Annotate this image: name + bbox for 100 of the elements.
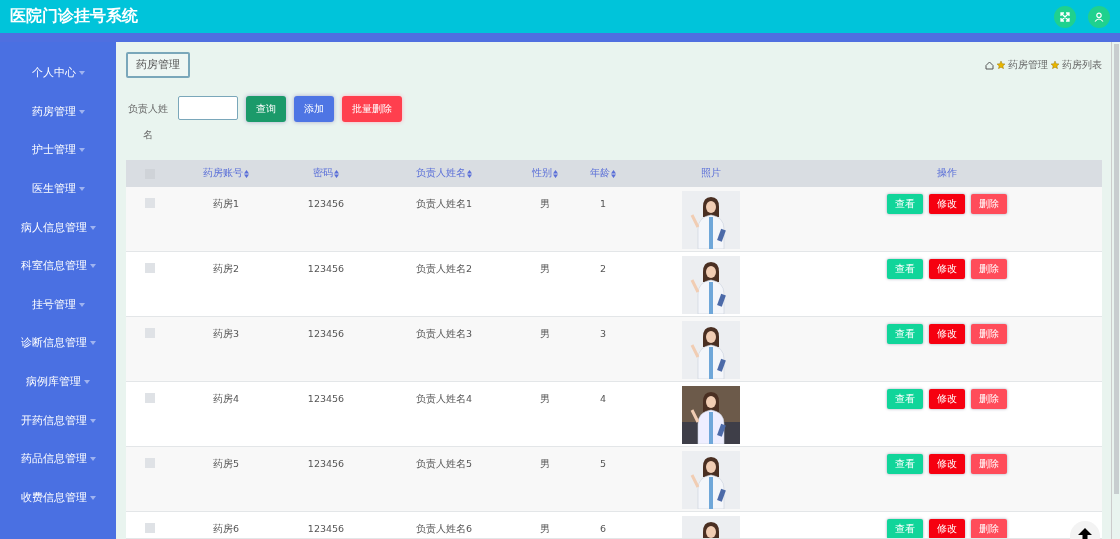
table-cell-text: 药房3 <box>211 327 240 341</box>
home-icon[interactable] <box>985 60 994 70</box>
add-button[interactable]: 添加 <box>294 96 334 122</box>
edit-button[interactable]: 修改 <box>929 389 965 409</box>
name-search-field[interactable] <box>178 96 238 120</box>
search-button[interactable]: 查询 <box>246 96 286 122</box>
caret-icon <box>84 380 90 385</box>
caret-icon <box>89 495 96 500</box>
app-title: 医院门诊挂号系统 <box>10 6 139 27</box>
table-cell-text: 123456 <box>306 392 346 404</box>
row-checkbox[interactable] <box>145 393 155 403</box>
sidebar-item[interactable]: 收费信息管理 <box>20 478 96 518</box>
caret-icon <box>89 225 96 230</box>
table-cell-text: 男 <box>539 522 551 536</box>
sidebar-item[interactable]: 病人信息管理 <box>20 208 96 247</box>
column-header[interactable]: 负责人姓名 <box>374 167 514 180</box>
caret-icon <box>89 264 96 269</box>
sidebar-item[interactable]: 挂号管理 <box>31 285 85 325</box>
edit-button[interactable]: 修改 <box>929 324 965 344</box>
table-cell-text: 药房5 <box>211 457 240 471</box>
breadcrumb-item[interactable]: 药房列表 <box>1062 58 1102 72</box>
table-cell-text: 123456 <box>306 457 346 469</box>
edit-button[interactable]: 修改 <box>929 194 965 214</box>
row-checkbox[interactable] <box>145 328 155 338</box>
delete-button[interactable]: 删除 <box>971 519 1007 538</box>
edit-button[interactable]: 修改 <box>929 259 965 279</box>
table-cell-text: 男 <box>539 392 551 406</box>
caret-icon <box>78 148 85 153</box>
table-cell-text: 药房4 <box>211 392 240 406</box>
caret-icon <box>78 71 85 76</box>
sort-icon[interactable] <box>553 169 558 178</box>
sort-icon[interactable] <box>467 169 472 178</box>
page-tab[interactable]: 药房管理 <box>126 52 190 78</box>
sidebar-item[interactable]: 科室信息管理 <box>20 246 96 286</box>
table-cell-text: 男 <box>539 327 551 341</box>
delete-button[interactable]: 删除 <box>971 389 1007 409</box>
table-cell-text: 负责人姓名3 <box>414 327 473 341</box>
column-header[interactable]: 密码 <box>278 167 374 180</box>
column-header: 照片 <box>700 167 722 180</box>
breadcrumb-item[interactable]: 药房管理 <box>1008 58 1048 72</box>
field-label: 负责人姓名 <box>127 102 169 142</box>
caret-icon <box>78 109 85 114</box>
sidebar-item[interactable]: 病例库管理 <box>26 362 90 402</box>
table-cell-text: 负责人姓名1 <box>414 197 473 211</box>
table-cell-text: 药房2 <box>211 262 240 276</box>
table-cell-text: 4 <box>598 392 607 404</box>
table-cell-text: 123456 <box>306 262 346 274</box>
table-cell-text: 6 <box>598 522 607 534</box>
sidebar-item[interactable]: 个人中心 <box>31 54 85 93</box>
sort-icon[interactable] <box>611 169 616 178</box>
sidebar-item[interactable]: 药品信息管理 <box>20 439 96 479</box>
user-icon[interactable] <box>1088 5 1110 28</box>
edit-button[interactable]: 修改 <box>929 454 965 474</box>
sort-icon[interactable] <box>244 169 249 178</box>
arrow-up-icon <box>1077 527 1093 539</box>
caret-icon <box>78 302 85 307</box>
table-cell-text: 负责人姓名5 <box>414 457 473 471</box>
sidebar-item[interactable]: 药房管理 <box>31 92 85 132</box>
row-checkbox[interactable] <box>145 458 155 468</box>
row-checkbox[interactable] <box>145 198 155 208</box>
delete-button[interactable]: 删除 <box>971 454 1007 474</box>
caret-icon <box>89 418 96 423</box>
table-cell-text: 男 <box>539 457 551 471</box>
table-cell-text: 123456 <box>306 522 346 534</box>
sort-icon[interactable] <box>334 169 339 178</box>
table-cell-text: 1 <box>598 197 607 209</box>
row-checkbox[interactable] <box>145 263 155 273</box>
caret-icon <box>89 341 96 346</box>
column-header: 操作 <box>936 167 958 180</box>
delete-button[interactable]: 删除 <box>971 324 1007 344</box>
table-cell-text: 男 <box>539 262 551 276</box>
table-cell-text: 男 <box>539 197 551 211</box>
table-cell-text: 123456 <box>306 327 346 339</box>
table-cell-text: 3 <box>598 327 607 339</box>
scrollbar[interactable] <box>1113 44 1119 494</box>
delete-button[interactable]: 删除 <box>971 194 1007 214</box>
sidebar-item[interactable]: 医生管理 <box>31 169 85 209</box>
star-icon <box>1051 61 1059 69</box>
table-cell-text: 药房6 <box>211 522 240 536</box>
column-header[interactable]: 性别 <box>514 167 576 180</box>
table-cell-text: 负责人姓名4 <box>414 392 473 406</box>
table-cell-text: 123456 <box>306 197 346 209</box>
caret-icon <box>89 457 96 462</box>
sidebar-item[interactable]: 护士管理 <box>31 131 85 170</box>
table-cell-text: 负责人姓名2 <box>414 262 473 276</box>
sidebar-item[interactable]: 诊断信息管理 <box>20 324 96 363</box>
caret-icon <box>78 187 85 192</box>
table-cell-text: 负责人姓名6 <box>414 522 473 536</box>
star-icon <box>997 61 1005 69</box>
delete-button[interactable]: 批量删除 <box>342 96 402 122</box>
column-header[interactable]: 药房账号 <box>174 167 278 180</box>
table-cell-text: 5 <box>598 457 607 469</box>
edit-button[interactable]: 修改 <box>929 519 965 538</box>
sidebar-item[interactable]: 开药信息管理 <box>20 401 96 440</box>
delete-button[interactable]: 删除 <box>971 259 1007 279</box>
column-header[interactable]: 年龄 <box>576 167 630 180</box>
table-cell-text: 药房1 <box>211 197 240 211</box>
row-checkbox[interactable] <box>145 523 155 533</box>
fullscreen-icon[interactable] <box>1054 5 1076 28</box>
table-cell-text: 2 <box>598 262 607 274</box>
